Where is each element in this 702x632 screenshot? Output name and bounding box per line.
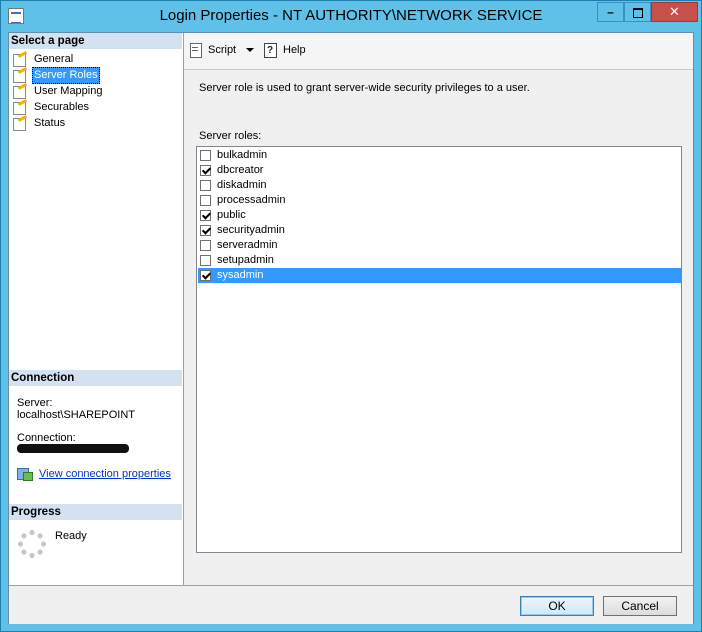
role-checkbox[interactable] [200,150,211,161]
role-checkbox[interactable] [200,165,211,176]
page-wand-icon [12,66,28,83]
role-checkbox[interactable] [200,255,211,266]
help-label: Help [283,44,306,56]
page-item-label: User Mapping [34,85,103,97]
minimize-button[interactable]: – [597,2,624,22]
page-wand-icon [12,82,28,99]
page-item-label: General [34,53,74,65]
script-button[interactable]: Script [189,42,255,58]
role-row-dbcreator[interactable]: dbcreator [198,163,681,178]
page-item-status[interactable]: Status [12,114,67,131]
view-connection-properties-link[interactable]: View connection properties [39,468,171,480]
role-label: securityadmin [217,224,285,236]
connection-header: Connection [9,370,182,386]
page-item-server-roles[interactable]: Server Roles [12,66,100,84]
role-checkbox[interactable] [200,195,211,206]
page-wand-icon [12,50,28,67]
page-item-general[interactable]: General [12,50,75,67]
role-label: sysadmin [217,269,264,281]
cancel-button[interactable]: Cancel [603,596,677,616]
maximize-button[interactable] [624,2,651,22]
server-role-description: Server role is used to grant server-wide… [199,82,530,94]
role-checkbox[interactable] [200,180,211,191]
toolbar: Script ? Help [184,33,693,70]
left-pane: Select a page General Server Roles User … [9,33,184,585]
help-book-icon: ? [262,43,278,58]
close-icon: ✕ [669,4,680,19]
role-label: bulkadmin [217,149,268,161]
role-row-setupadmin[interactable]: setupadmin [198,253,681,268]
maximize-icon [632,7,643,18]
role-label: dbcreator [217,164,264,176]
dialog-client-area: Select a page General Server Roles User … [8,32,694,624]
role-row-sysadmin[interactable]: sysadmin [198,268,681,283]
role-label: diskadmin [217,179,267,191]
page-item-user-mapping[interactable]: User Mapping [12,82,104,99]
role-checkbox[interactable] [200,240,211,251]
progress-header: Progress [9,504,182,520]
role-label: setupadmin [217,254,274,266]
connection-properties-icon[interactable] [17,467,33,481]
help-button[interactable]: ? Help [262,42,306,58]
login-properties-window: Login Properties - NT AUTHORITY\NETWORK … [0,0,702,632]
script-label: Script [208,44,237,56]
server-roles-label: Server roles: [199,130,262,142]
server-roles-list[interactable]: bulkadmin dbcreator diskadmin processadm… [196,146,682,553]
role-row-processadmin[interactable]: processadmin [198,193,681,208]
role-row-securityadmin[interactable]: securityadmin [198,223,681,238]
minimize-icon: – [607,5,614,19]
redacted-connection-value [17,444,129,453]
role-label: processadmin [217,194,286,206]
role-row-public[interactable]: public [198,208,681,223]
script-icon [189,43,203,58]
title-bar[interactable]: Login Properties - NT AUTHORITY\NETWORK … [1,1,701,32]
role-row-bulkadmin[interactable]: bulkadmin [198,148,681,163]
server-value: localhost\SHAREPOINT [17,409,135,421]
role-row-serveradmin[interactable]: serveradmin [198,238,681,253]
window-title: Login Properties - NT AUTHORITY\NETWORK … [159,7,543,24]
role-label: serveradmin [217,239,278,251]
close-button[interactable]: ✕ [651,2,698,22]
role-checkbox[interactable] [200,225,211,236]
role-label: public [217,209,246,221]
page-wand-icon [12,114,28,131]
role-checkbox[interactable] [200,270,211,281]
page-item-securables[interactable]: Securables [12,98,91,115]
select-page-header: Select a page [9,33,182,49]
connection-label: Connection: [17,432,76,444]
dialog-footer: OK Cancel [9,585,693,624]
ok-button[interactable]: OK [520,596,594,616]
progress-spinner-icon [17,529,47,559]
role-checkbox[interactable] [200,210,211,221]
page-item-label: Server Roles [32,67,100,84]
page-item-label: Status [34,117,66,129]
role-row-diskadmin[interactable]: diskadmin [198,178,681,193]
server-label: Server: [17,397,53,409]
progress-status: Ready [55,530,87,542]
chevron-down-icon[interactable] [246,48,255,52]
page-item-label: Securables [34,101,90,113]
page-wand-icon [12,98,28,115]
